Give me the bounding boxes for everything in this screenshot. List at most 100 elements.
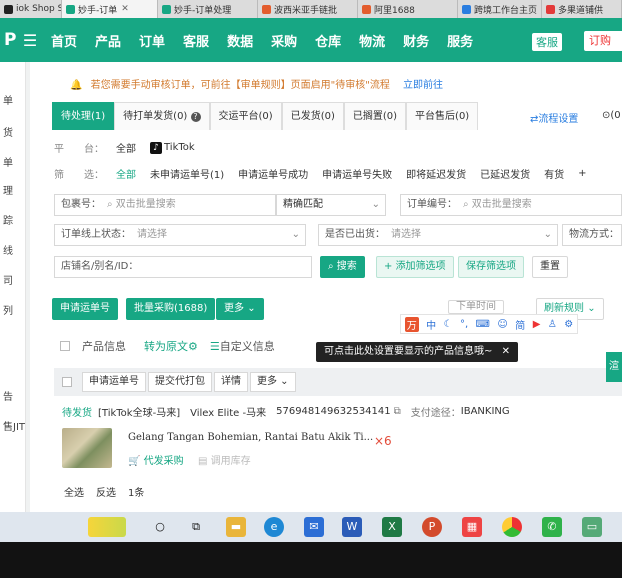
nav-item-product[interactable]: 产品 <box>95 31 121 50</box>
order-checkbox[interactable] <box>62 377 72 387</box>
customer-service-button[interactable]: 客服 <box>532 33 562 51</box>
app-logo[interactable]: P <box>0 30 18 50</box>
invert-selection-button[interactable]: 反选 <box>96 484 116 499</box>
powerpoint-icon[interactable]: P <box>422 517 442 537</box>
nav-item-services[interactable]: 服务 <box>447 31 473 50</box>
custom-info-button[interactable]: 自定义信息 <box>220 338 275 354</box>
filter-waybill-failed-option[interactable]: 申请运单号失败 <box>322 166 392 181</box>
use-stock-button[interactable]: ▤ 调用库存 <box>198 452 251 467</box>
add-filter-button[interactable]: + 添加筛选项 <box>376 256 454 278</box>
nav-item-finance[interactable]: 财务 <box>403 31 429 50</box>
edge-browser-icon[interactable]: e <box>264 517 284 537</box>
moon-icon[interactable]: ☾ <box>444 319 453 330</box>
tab-shipped[interactable]: 已发货(0) <box>281 102 344 130</box>
word-icon[interactable]: W <box>342 517 362 537</box>
chinese-mode-icon[interactable]: 中 <box>426 317 436 332</box>
list-icon[interactable]: ☰ <box>210 340 220 353</box>
filter-delayed-option[interactable]: 已延迟发货 <box>480 166 530 181</box>
user-icon[interactable]: ☺ <box>497 319 507 330</box>
tab-on-hold[interactable]: 已搁置(0) <box>343 102 407 130</box>
search-button[interactable]: ⌕ 搜索 <box>320 256 365 278</box>
nav-item-warehouse[interactable]: 仓库 <box>315 31 341 50</box>
video-icon[interactable]: ▶ <box>533 319 541 330</box>
package-number-input[interactable]: 包裹号： ⌕ 双击批量搜索 <box>54 194 276 216</box>
order-time-sort[interactable]: 下单时间 <box>448 300 504 314</box>
nav-item-home[interactable]: 首页 <box>51 31 77 50</box>
shirt-icon[interactable]: ♙ <box>548 319 557 330</box>
sidebar-item[interactable]: 列 <box>3 302 13 317</box>
side-float-button[interactable]: 渲 <box>606 352 622 382</box>
more-actions-button[interactable]: 更多 ⌄ <box>216 298 264 320</box>
row-more-button[interactable]: 更多 ⌄ <box>250 372 296 392</box>
browser-tab-store[interactable]: 多果道铺供 <box>542 0 622 18</box>
nav-item-logistics[interactable]: 物流 <box>359 31 385 50</box>
product-name[interactable]: Gelang Tangan Bohemian, Rantai Batu Akik… <box>128 432 373 443</box>
filter-more-option[interactable]: + <box>578 168 586 179</box>
apply-waybill-button[interactable]: 申请运单号 <box>52 298 118 320</box>
sidebar-item[interactable]: 踪 <box>3 212 13 227</box>
save-filter-button[interactable]: 保存筛选项 <box>458 256 524 278</box>
punctuation-icon[interactable]: °, <box>460 319 468 330</box>
order-number-input[interactable]: 订单编号： ⌕ 双击批量搜索 <box>400 194 622 216</box>
browser-tab-order[interactable]: 妙手-订单 ✕ <box>62 0 158 18</box>
bulk-purchase-button[interactable]: 批量采购(1688) <box>126 298 216 320</box>
gear-icon[interactable]: ⚙ <box>564 319 573 330</box>
sidebar-item[interactable]: 单 <box>3 92 13 107</box>
platform-all-option[interactable]: 全部 <box>116 140 136 155</box>
close-icon[interactable]: ✕ <box>502 346 510 357</box>
sidebar-item[interactable]: 理 <box>3 182 13 197</box>
browser-tab-order-process[interactable]: 妙手-订单处理 <box>158 0 258 18</box>
online-status-select[interactable]: 订单线上状态： 请选择 ⌄ <box>54 224 306 246</box>
filter-waybill-success-option[interactable]: 申请运单号成功 <box>238 166 308 181</box>
remote-app-icon[interactable]: ▭ <box>582 517 602 537</box>
browser-tab-tiktok-shop[interactable]: iok Shop Se <box>0 0 62 18</box>
tab-pending[interactable]: 待处理(1) <box>52 102 115 130</box>
filter-no-waybill-option[interactable]: 未申请运单号(1) <box>150 166 224 181</box>
row-apply-waybill-button[interactable]: 申请运单号 <box>82 372 146 392</box>
task-view-icon[interactable]: ⧉ <box>186 517 206 537</box>
close-tab-icon[interactable]: ✕ <box>121 4 129 14</box>
tab-after-sales[interactable]: 平台售后(0) <box>406 102 479 130</box>
browser-tab-bracelet[interactable]: 波西米亚手链批 <box>258 0 358 18</box>
to-original-button[interactable]: 转为原文 <box>144 338 188 354</box>
copy-icon[interactable]: ⧉ <box>394 406 401 417</box>
weather-widget-icon[interactable] <box>88 517 126 537</box>
sidebar-item[interactable]: 单 <box>3 154 13 169</box>
nav-item-purchase[interactable]: 采购 <box>271 31 297 50</box>
dropship-purchase-button[interactable]: 🛒 代发采购 <box>128 452 184 467</box>
shipped-status-select[interactable]: 是否已出货： 请选择 ⌄ <box>318 224 558 246</box>
sogou-icon[interactable]: 万 <box>404 316 419 332</box>
browser-tab-1688[interactable]: 阿里1688 <box>358 0 458 18</box>
sidebar-item[interactable]: 告 <box>3 388 13 403</box>
nav-item-service[interactable]: 客服 <box>183 31 209 50</box>
filter-all-option[interactable]: 全部 <box>116 166 136 181</box>
tab-handed-to-platform[interactable]: 交运平台(0) <box>209 102 282 130</box>
sidebar-item[interactable]: 线 <box>3 242 13 257</box>
header-checkbox[interactable] <box>60 341 70 351</box>
browser-tab-workbench[interactable]: 跨境工作台主页 <box>458 0 542 18</box>
excel-icon[interactable]: X <box>382 517 402 537</box>
nav-item-order[interactable]: 订单 <box>139 31 165 50</box>
filter-soon-delayed-option[interactable]: 即将延迟发货 <box>406 166 466 181</box>
nav-item-data[interactable]: 数据 <box>227 31 253 50</box>
subscribe-button[interactable]: 订购 <box>584 31 622 51</box>
logistics-method-select[interactable]: 物流方式： <box>562 224 622 246</box>
menu-icon[interactable]: ☰ <box>18 31 42 50</box>
keyboard-icon[interactable]: ⌨ <box>476 319 490 330</box>
select-all-button[interactable]: 全选 <box>64 484 84 499</box>
mail-icon[interactable]: ✉ <box>304 517 324 537</box>
flow-settings-link[interactable]: ⇄流程设置 <box>530 110 578 125</box>
gear-icon[interactable]: ⚙ <box>188 340 198 353</box>
match-mode-select[interactable]: 精确匹配 ⌄ <box>276 194 386 216</box>
platform-tiktok-option[interactable]: ♪ TikTok <box>150 141 195 154</box>
sidebar-item[interactable]: 售JIT <box>3 418 25 433</box>
shop-name-input[interactable]: 店铺名/别名/ID： <box>54 256 312 278</box>
chrome-icon[interactable] <box>502 517 522 537</box>
store-app-icon[interactable]: ▦ <box>462 517 482 537</box>
filter-in-stock-option[interactable]: 有货 <box>544 166 564 181</box>
start-icon[interactable]: ○ <box>150 517 170 537</box>
sidebar-item[interactable]: 货 <box>3 124 13 139</box>
submit-packing-button[interactable]: 提交代打包 <box>148 372 212 392</box>
product-thumbnail[interactable] <box>62 428 112 468</box>
simplified-icon[interactable]: 简 <box>515 317 525 332</box>
